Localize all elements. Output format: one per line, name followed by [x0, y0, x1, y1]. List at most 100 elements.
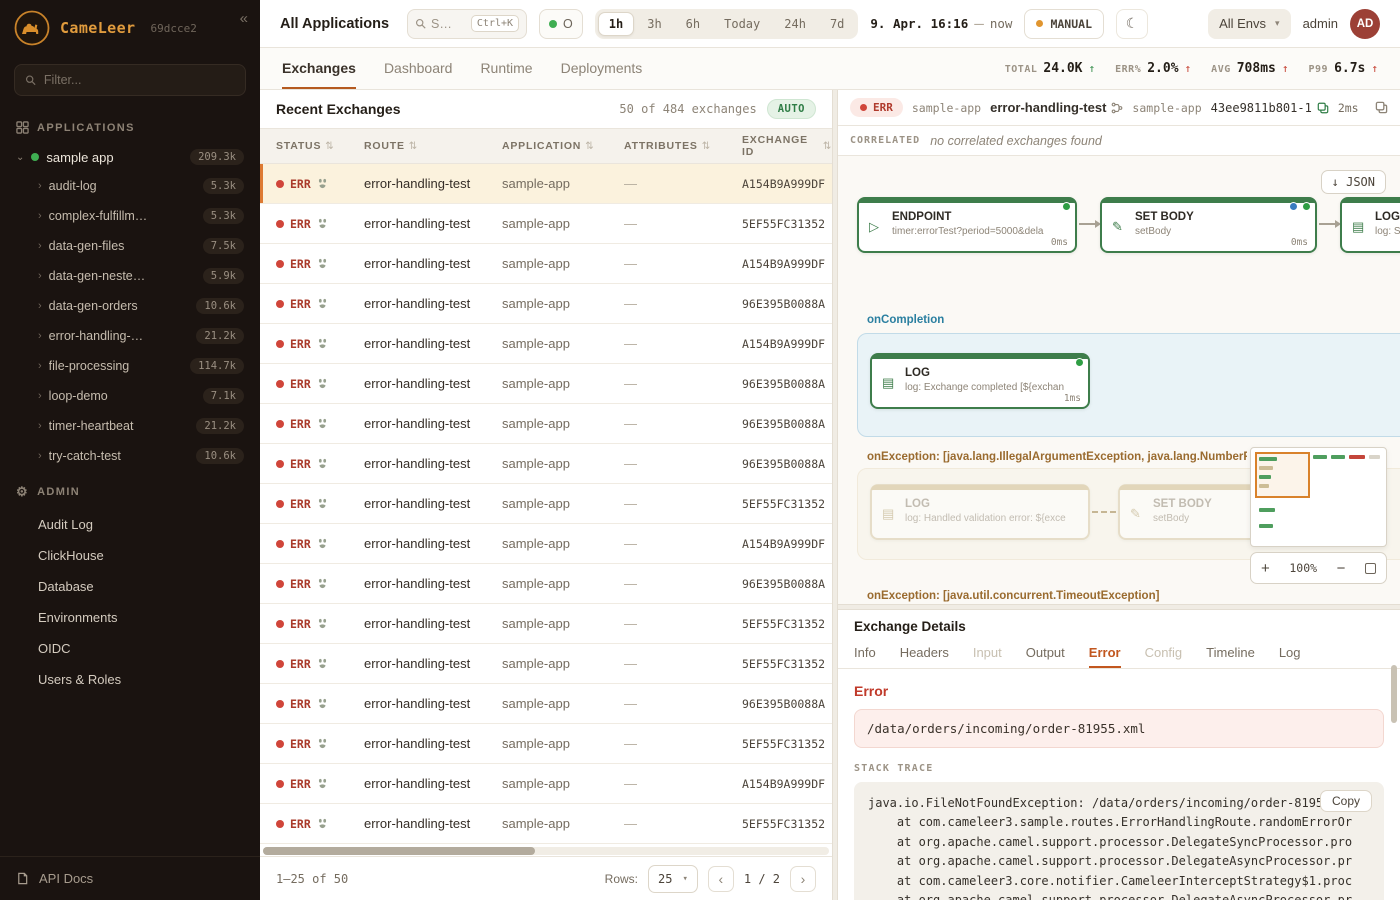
- date-range[interactable]: 9. Apr. 16:16 – now: [870, 14, 1012, 33]
- global-search[interactable]: Ctrl+K: [407, 9, 527, 39]
- sidebar-route-data-gen-neste[interactable]: ›data-gen-neste…5.9k: [0, 261, 260, 291]
- api-docs-link[interactable]: API Docs: [0, 856, 260, 900]
- zoom-in-button[interactable]: +: [1261, 561, 1270, 576]
- copy-stack-button[interactable]: Copy: [1320, 790, 1372, 812]
- exchange-row[interactable]: ERRerror-handling-testsample-app—5EF55FC…: [260, 804, 832, 844]
- exchange-row[interactable]: ERRerror-handling-testsample-app—A154B9A…: [260, 324, 832, 364]
- document-icon: [16, 872, 29, 885]
- exchange-row[interactable]: ERRerror-handling-testsample-app—96E395B…: [260, 444, 832, 484]
- time-range-24h[interactable]: 24h: [773, 12, 817, 36]
- tab-runtime[interactable]: Runtime: [480, 48, 532, 89]
- exchange-row[interactable]: ERRerror-handling-testsample-app—96E395B…: [260, 564, 832, 604]
- node-oncompletion-log[interactable]: ▤ LOG log: Exchange completed [${exchan …: [870, 353, 1090, 409]
- tab-deployments[interactable]: Deployments: [561, 48, 643, 89]
- route-cell: error-handling-test: [364, 416, 502, 431]
- exchange-row[interactable]: ERRerror-handling-testsample-app—96E395B…: [260, 404, 832, 444]
- scrollbar-thumb[interactable]: [263, 847, 535, 855]
- sidebar-admin-audit-log[interactable]: Audit Log: [0, 509, 260, 540]
- tab-dashboard[interactable]: Dashboard: [384, 48, 453, 89]
- auto-refresh-badge[interactable]: AUTO: [767, 99, 816, 119]
- route-count-badge: 5.3k: [203, 208, 244, 224]
- search-input[interactable]: [431, 17, 455, 31]
- column-header-attributes[interactable]: ATTRIBUTES⇅: [624, 140, 742, 152]
- exchange-row[interactable]: ERRerror-handling-testsample-app—5EF55FC…: [260, 724, 832, 764]
- environment-select[interactable]: All Envs ▾: [1208, 9, 1291, 39]
- sidebar-route-file-processing[interactable]: ›file-processing114.7k: [0, 351, 260, 381]
- exchange-row[interactable]: ERRerror-handling-testsample-app—96E395B…: [260, 684, 832, 724]
- exchange-row[interactable]: ERRerror-handling-testsample-app—96E395B…: [260, 284, 832, 324]
- time-range-today[interactable]: Today: [713, 12, 771, 36]
- node-endpoint[interactable]: ▷ ENDPOINT timer:errorTest?period=5000&d…: [857, 197, 1077, 253]
- sidebar-route-error-handling[interactable]: ›error-handling-…21.2k: [0, 321, 260, 351]
- sidebar-admin-environments[interactable]: Environments: [0, 602, 260, 633]
- detail-tab-timeline[interactable]: Timeline: [1206, 639, 1255, 668]
- theme-toggle-button[interactable]: ☾: [1116, 9, 1148, 39]
- sidebar-route-complex-fulfillm[interactable]: ›complex-fulfillm…5.3k: [0, 201, 260, 231]
- node-log[interactable]: ▤ LOG log: Sta: [1340, 197, 1400, 253]
- exchange-row[interactable]: ERRerror-handling-testsample-app—5EF55FC…: [260, 644, 832, 684]
- detail-tab-error[interactable]: Error: [1089, 639, 1121, 668]
- column-header-route[interactable]: ROUTE⇅: [364, 140, 502, 152]
- filter-input[interactable]: [44, 73, 235, 87]
- next-page-button[interactable]: ›: [790, 866, 816, 892]
- sidebar-route-data-gen-files[interactable]: ›data-gen-files7.5k: [0, 231, 260, 261]
- time-range-1h[interactable]: 1h: [598, 12, 634, 36]
- sidebar-route-loop-demo[interactable]: ›loop-demo7.1k: [0, 381, 260, 411]
- exchange-row[interactable]: ERRerror-handling-testsample-app—A154B9A…: [260, 164, 832, 204]
- exchange-row[interactable]: ERRerror-handling-testsample-app—96E395B…: [260, 364, 832, 404]
- column-header-application[interactable]: APPLICATION⇅: [502, 140, 624, 152]
- detail-tab-log[interactable]: Log: [1279, 639, 1301, 668]
- manual-refresh-button[interactable]: MANUAL: [1024, 9, 1104, 39]
- detail-tab-output[interactable]: Output: [1026, 639, 1065, 668]
- pagination-range: 1–25 of 50: [276, 872, 348, 886]
- sidebar-admin-oidc[interactable]: OIDC: [0, 633, 260, 664]
- exchange-id[interactable]: 43ee9811b801-1: [1211, 101, 1329, 115]
- time-range-6h[interactable]: 6h: [675, 12, 711, 36]
- exchange-id-cell: 96E395B0088A: [742, 377, 832, 391]
- download-json-button[interactable]: ↓ JSON: [1321, 170, 1386, 194]
- column-header-exchange-id[interactable]: EXCHANGE ID⇅: [742, 134, 832, 158]
- sidebar-route-data-gen-orders[interactable]: ›data-gen-orders10.6k: [0, 291, 260, 321]
- time-range-7d[interactable]: 7d: [819, 12, 855, 36]
- sidebar-admin-users-roles[interactable]: Users & Roles: [0, 664, 260, 695]
- detail-tab-headers[interactable]: Headers: [900, 639, 949, 668]
- sidebar-route-try-catch-test[interactable]: ›try-catch-test10.6k: [0, 441, 260, 471]
- stack-trace-line: at org.apache.camel.support.processor.De…: [868, 852, 1370, 871]
- route-name: file-processing: [49, 359, 183, 373]
- rows-per-page-select[interactable]: 25 ▾: [648, 865, 698, 893]
- node-set-body[interactable]: ✎ SET BODY setBody 0ms: [1100, 197, 1317, 253]
- exchange-row[interactable]: ERRerror-handling-testsample-app—A154B9A…: [260, 244, 832, 284]
- time-range-3h[interactable]: 3h: [636, 12, 672, 36]
- copy-exchange-button[interactable]: [1375, 101, 1388, 114]
- detail-tab-info[interactable]: Info: [854, 639, 876, 668]
- sidebar-route-audit-log[interactable]: ›audit-log5.3k: [0, 171, 260, 201]
- vertical-scrollbar-thumb[interactable]: [1391, 665, 1397, 723]
- exchange-row[interactable]: ERRerror-handling-testsample-app—A154B9A…: [260, 524, 832, 564]
- exchange-row[interactable]: ERRerror-handling-testsample-app—5EF55FC…: [260, 484, 832, 524]
- sidebar-app-sample-app[interactable]: ⌄ sample app 209.3k: [0, 143, 260, 171]
- user-avatar[interactable]: AD: [1350, 9, 1380, 39]
- exchange-row[interactable]: ERRerror-handling-testsample-app—5EF55FC…: [260, 204, 832, 244]
- sidebar-admin-clickhouse[interactable]: ClickHouse: [0, 540, 260, 571]
- exchange-row[interactable]: ERRerror-handling-testsample-app—5EF55FC…: [260, 604, 832, 644]
- tab-exchanges[interactable]: Exchanges: [282, 48, 356, 89]
- copy-icon[interactable]: [1317, 102, 1329, 114]
- sidebar-route-timer-heartbeat[interactable]: ›timer-heartbeat21.2k: [0, 411, 260, 441]
- fit-view-icon[interactable]: [1365, 563, 1376, 574]
- diagram-minimap[interactable]: [1250, 447, 1387, 547]
- detail-tab-input[interactable]: Input: [973, 639, 1002, 668]
- node-exception-log[interactable]: ▤ LOG log: Handled validation error: ${e…: [870, 484, 1090, 540]
- exchange-row[interactable]: ERRerror-handling-testsample-app—A154B9A…: [260, 764, 832, 804]
- route-label[interactable]: error-handling-test: [990, 100, 1123, 115]
- zoom-out-button[interactable]: −: [1337, 561, 1346, 576]
- sidebar-filter[interactable]: [14, 64, 246, 96]
- previous-page-button[interactable]: ‹: [708, 866, 734, 892]
- sidebar-collapse-button[interactable]: «: [240, 10, 248, 27]
- scrollbar-track[interactable]: [263, 847, 829, 855]
- column-header-status[interactable]: STATUS⇅: [276, 140, 364, 152]
- detail-tab-config[interactable]: Config: [1145, 639, 1183, 668]
- sidebar-admin-database[interactable]: Database: [0, 571, 260, 602]
- route-diagram-canvas[interactable]: ↓ JSON ▷ ENDPOINT timer:errorTest?period…: [838, 156, 1400, 604]
- gear-icon: ⚙: [16, 484, 29, 500]
- live-indicator-toggle[interactable]: O: [539, 9, 583, 39]
